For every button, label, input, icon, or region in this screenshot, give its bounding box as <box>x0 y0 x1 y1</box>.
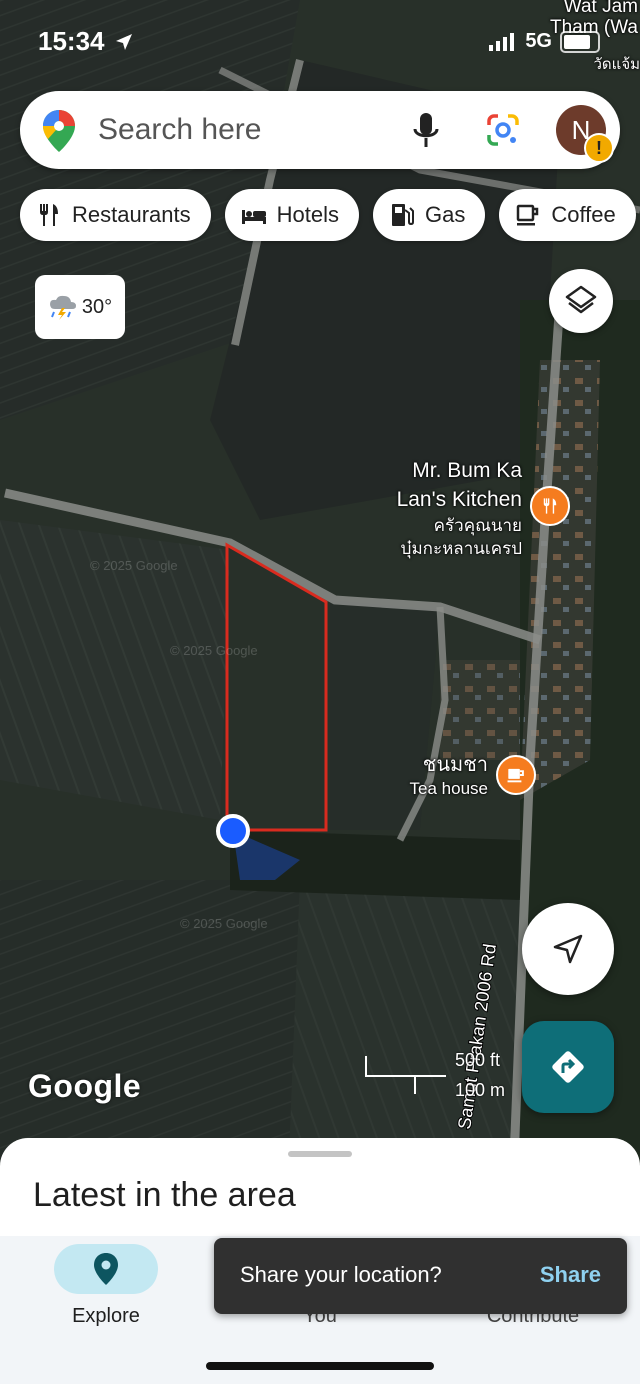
chip-label: Coffee <box>551 202 616 227</box>
chip-label: Restaurants <box>72 202 191 227</box>
toast-share-button[interactable]: Share <box>540 1262 601 1288</box>
my-location-button[interactable] <box>522 903 614 995</box>
poi-tea-pin[interactable] <box>496 755 536 795</box>
thunderstorm-icon <box>49 295 76 320</box>
sheet-title: Latest in the area <box>33 1176 296 1214</box>
navigation-arrow-icon <box>553 934 583 964</box>
poi-name-line: Lan's Kitchen <box>396 488 522 511</box>
coffee-cup-icon <box>507 768 524 783</box>
signal-icon <box>489 32 515 51</box>
layers-icon <box>565 285 597 314</box>
chip-restaurants[interactable]: Restaurants <box>20 189 211 241</box>
google-maps-pin-icon <box>43 110 75 152</box>
avatar-warning-badge: ! <box>584 133 614 163</box>
gas-pump-icon <box>391 204 414 226</box>
bed-icon <box>241 210 266 224</box>
scale-feet-label: 500 ft <box>455 1050 501 1070</box>
directions-icon <box>552 1051 584 1083</box>
home-indicator[interactable] <box>206 1362 434 1370</box>
share-location-toast: Share your location? Share <box>214 1238 627 1314</box>
clock-time: 15:34 <box>38 26 105 56</box>
chip-hotels[interactable]: Hotels <box>224 189 359 241</box>
search-input[interactable]: Search here <box>98 113 261 147</box>
user-location-dot[interactable] <box>216 814 250 848</box>
search-bar[interactable]: Search here N ! <box>20 91 620 169</box>
status-time: 15:34 <box>38 26 134 57</box>
sheet-drag-handle[interactable] <box>288 1151 352 1157</box>
map-watermark: © 2025 Google <box>180 916 268 931</box>
scale-meters-label: 100 m <box>455 1080 506 1100</box>
status-indicators: 5G <box>489 30 600 53</box>
chip-coffee[interactable]: Coffee <box>499 189 636 241</box>
google-logo: Google <box>28 1068 142 1104</box>
weather-temperature: 30° <box>81 295 113 318</box>
layers-button[interactable] <box>549 269 613 333</box>
nav-explore-button[interactable] <box>54 1244 158 1294</box>
nav-explore-label[interactable]: Explore <box>36 1305 176 1328</box>
poi-name-line: ครัวคุณนาย <box>433 516 522 535</box>
map-watermark: © 2025 Google <box>90 558 178 573</box>
poi-tea-label[interactable]: ชนมชา Tea house <box>388 752 488 800</box>
coffee-cup-icon <box>517 204 539 226</box>
poi-name-line: ชนมชา <box>422 754 488 776</box>
poi-name-line: Mr. Bum Ka <box>412 459 522 482</box>
fork-knife-icon <box>40 204 58 226</box>
location-pin-icon <box>94 1253 118 1285</box>
poi-name-line: Tea house <box>409 779 488 798</box>
poi-restaurant-pin[interactable] <box>530 486 570 526</box>
status-bar: 15:34 5G <box>0 0 640 80</box>
toast-message: Share your location? <box>240 1262 442 1287</box>
microphone-icon[interactable] <box>412 111 440 151</box>
fork-knife-icon <box>543 498 557 514</box>
battery-icon <box>560 30 600 53</box>
poi-name-line: บุ๋มกะหลานเครป <box>400 539 522 558</box>
category-chips: Restaurants Hotels Gas Coffee <box>20 189 636 241</box>
location-arrow-icon <box>115 34 132 50</box>
chip-label: Gas <box>424 202 466 227</box>
chip-gas[interactable]: Gas <box>372 189 486 241</box>
weather-widget[interactable]: 30° <box>35 275 125 339</box>
map-watermark: © 2025 Google <box>170 643 258 658</box>
network-type: 5G <box>525 30 552 52</box>
google-lens-icon[interactable] <box>486 113 520 147</box>
poi-restaurant-label[interactable]: Mr. Bum Ka Lan's Kitchen ครัวคุณนาย บุ๋ม… <box>360 456 522 560</box>
directions-button[interactable] <box>522 1021 614 1113</box>
chip-label: Hotels <box>276 202 339 227</box>
